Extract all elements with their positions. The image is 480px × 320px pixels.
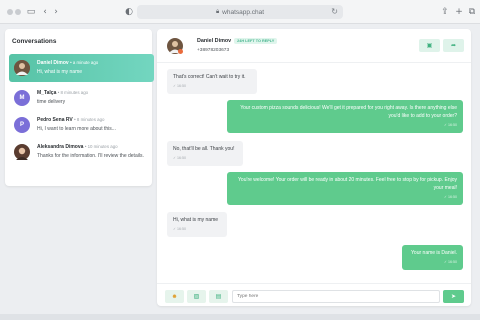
message-time: ✓ 16:50 (173, 155, 187, 160)
address-bar[interactable]: 🔒︎ whatsapp.chat ↻ (137, 5, 343, 19)
chat-panel: Daniel Dimov 24H LEFT TO REPLY +389782036… (157, 29, 471, 306)
message-outgoing: Your name is Daniel. ✓ 16:50 (402, 245, 463, 271)
copy-icon: ▣ (426, 43, 433, 49)
message-text: No, that'll be all. Thank you! (173, 146, 235, 152)
conversations-panel: Conversations Daniel Dimov • a minute ag… (5, 29, 154, 186)
contact-avatar[interactable] (167, 38, 183, 54)
message-input[interactable] (232, 290, 440, 303)
window-close-dot[interactable] (7, 9, 13, 15)
composer-bar: ☻ ▨ ▤ ➤ (157, 283, 471, 306)
message-time: ✓ 16:50 (173, 83, 187, 88)
conversation-preview: time delivery (37, 99, 66, 105)
conversation-item-daniel[interactable]: Daniel Dimov • a minute ago Hi, what is … (9, 54, 154, 82)
shield-icon: ◐ (125, 7, 133, 17)
contact-phone: +38978203673 (197, 48, 230, 53)
message-time: ✓ 16:50 (443, 194, 457, 199)
conversations-title: Conversations (12, 38, 57, 45)
share-icon[interactable]: ⇪ (438, 5, 452, 19)
conversation-item-m-talca[interactable]: M M_Talça • 8 minutes ago time delivery (9, 84, 154, 112)
contact-name: Daniel Dimov (197, 38, 232, 44)
conversation-time: • 8 minutes ago (74, 117, 105, 122)
sidebar-toggle-icon[interactable]: ▭ (24, 5, 38, 19)
forward-arrow-icon: ➦ (450, 43, 457, 49)
avatar (14, 144, 30, 160)
conversation-preview: Thanks for the information. I'll review … (37, 153, 144, 159)
conversation-name: Daniel Dimov (37, 60, 69, 66)
new-tab-icon[interactable]: + (452, 5, 466, 19)
conversation-preview: Hi, I want to learn more about this... (37, 126, 116, 132)
url-text: whatsapp.chat (222, 8, 265, 16)
message-time: ✓ 16:50 (443, 259, 457, 264)
document-icon: ▤ (215, 294, 222, 300)
emoji-icon: ☻ (171, 293, 178, 300)
forward-icon[interactable]: › (49, 5, 63, 19)
message-time: ✓ 16:50 (173, 226, 187, 231)
message-incoming: That's correct! Can't wait to try it. ✓ … (167, 69, 257, 95)
message-text: Hi, what is my name (173, 217, 219, 223)
message-text: That's correct! Can't wait to try it. (173, 74, 246, 80)
conversation-time: • a minute ago (70, 60, 99, 65)
avatar: M (14, 90, 30, 106)
conversation-name: Pedro Sena RV (37, 117, 73, 123)
forward-button[interactable]: ➦ (443, 39, 464, 52)
conversation-time: • 10 minutes ago (84, 144, 118, 149)
send-button[interactable]: ➤ (443, 290, 464, 303)
message-text: You're welcome! Your order will be ready… (238, 177, 457, 191)
app-window: Conversations Daniel Dimov • a minute ag… (0, 24, 480, 314)
conversation-item-aleksandra[interactable]: Aleksandra Dimova • 10 minutes ago Thank… (9, 138, 154, 166)
message-text: Your name is Daniel. (411, 250, 457, 256)
conversation-name: M_Talça (37, 90, 57, 96)
message-outgoing: Your custom pizza sounds delicious! We'l… (227, 100, 463, 134)
copy-button[interactable]: ▣ (419, 39, 440, 52)
reload-icon[interactable]: ↻ (331, 7, 338, 16)
conversation-item-pedro[interactable]: P Pedro Sena RV • 8 minutes ago Hi, I wa… (9, 111, 154, 139)
avatar (14, 60, 30, 76)
message-incoming: Hi, what is my name ✓ 16:50 (167, 212, 227, 238)
conversation-name: Aleksandra Dimova (37, 144, 84, 150)
message-outgoing: You're welcome! Your order will be ready… (227, 172, 463, 206)
message-incoming: No, that'll be all. Thank you! ✓ 16:50 (167, 141, 243, 167)
message-time: ✓ 16:50 (443, 122, 457, 127)
avatar: P (14, 117, 30, 133)
tabs-icon[interactable]: ⧉ (465, 5, 479, 19)
conversation-time: • 8 minutes ago (57, 90, 89, 95)
message-text: Your custom pizza sounds delicious! We'l… (240, 105, 457, 119)
conversation-preview: Hi, what is my name (37, 69, 83, 75)
image-icon: ▨ (193, 294, 200, 300)
reply-window-badge: 24H LEFT TO REPLY (234, 38, 278, 44)
chat-header: Daniel Dimov 24H LEFT TO REPLY +389782036… (157, 29, 471, 63)
image-button[interactable]: ▨ (187, 290, 206, 303)
send-icon: ➤ (450, 294, 457, 300)
browser-toolbar: ▭ ‹ › ◐ 🔒︎ whatsapp.chat ↻ ⇪ + ⧉ (0, 0, 480, 24)
document-button[interactable]: ▤ (209, 290, 228, 303)
window-minimize-dot[interactable] (15, 9, 21, 15)
lock-icon: 🔒︎ (215, 8, 220, 15)
emoji-button[interactable]: ☻ (165, 290, 184, 303)
